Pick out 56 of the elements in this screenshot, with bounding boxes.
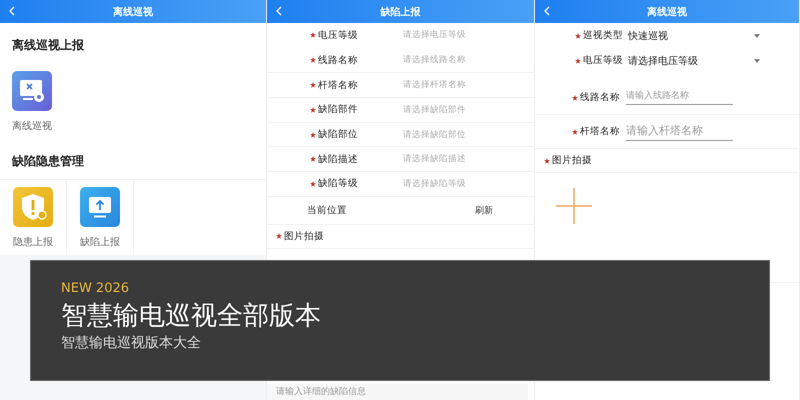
menu-label: 离线巡视 [12, 120, 52, 133]
select-field[interactable]: 请选择电压等级 [628, 54, 754, 68]
back-icon[interactable] [276, 6, 282, 16]
menu-label: 缺陷上报 [80, 236, 120, 248]
form-row[interactable]: 缺陷部件 请选择缺陷部件 [267, 97, 534, 122]
app-icon [80, 186, 120, 226]
dropdown-caret-icon[interactable] [754, 34, 760, 38]
add-photo-icon[interactable] [556, 188, 592, 224]
field-label: 线路名称 [580, 91, 621, 104]
app-icon [13, 186, 53, 226]
refresh-link[interactable]: 刷新 [475, 204, 493, 217]
select-field[interactable]: 快速巡视 [628, 28, 754, 42]
field-label: 缺陷描述 [318, 152, 359, 166]
field-label: 缺陷部位 [318, 128, 359, 142]
field-placeholder: 请选择缺陷部件 [403, 104, 466, 116]
field-label: 电压等级 [583, 54, 624, 67]
app-icon [12, 71, 52, 111]
field-placeholder: 请选择电压等级 [403, 29, 466, 42]
back-icon[interactable] [9, 6, 15, 16]
section-heading: 离线巡视上报 [11, 37, 85, 54]
field-placeholder: 请选择缺陷描述 [403, 153, 466, 166]
form-row[interactable]: 线路名称 请选择线路名称 [267, 48, 534, 72]
menu-item[interactable]: 缺陷上报 [67, 180, 134, 255]
banner-subtitle: 智慧输电巡视版本大全 [61, 334, 201, 353]
field-placeholder: 请选择缺陷部位 [403, 128, 466, 141]
form-row[interactable]: 杆塔名称 请选择杆塔名称 [267, 72, 534, 98]
field-label: 巡视类型 [583, 29, 624, 42]
section-heading: 缺陷隐患管理 [10, 153, 85, 170]
input-field[interactable]: 请输入杆塔名称 [626, 122, 733, 140]
menu-item[interactable]: 离线巡视 [0, 71, 78, 133]
dropdown-caret-icon[interactable] [754, 58, 760, 62]
field-placeholder: 请选择缺陷等级 [403, 178, 466, 190]
field-label: 线路名称 [318, 54, 359, 67]
menu-item[interactable]: 隐患上报 [0, 180, 67, 255]
input-field[interactable]: 请输入线路名称 [626, 90, 733, 105]
back-icon[interactable] [544, 6, 550, 16]
photo-label: 图片拍摄 [284, 230, 324, 243]
field-label: 杆塔名称 [580, 125, 621, 138]
photo-label: 图片拍摄 [552, 154, 592, 167]
page-title: 离线巡视 [113, 5, 153, 18]
field-label: 缺陷部件 [318, 103, 359, 116]
field-placeholder: 请选择线路名称 [403, 54, 466, 66]
banner-title: 智慧输电巡视全部版本 [61, 300, 321, 333]
page-title: 缺陷上报 [380, 6, 420, 18]
field-label: 缺陷等级 [318, 177, 359, 190]
form-row[interactable]: 电压等级 请选择电压等级 [267, 23, 534, 48]
banner-tag: NEW 2026 [61, 281, 130, 299]
field-label: 杆塔名称 [318, 78, 359, 92]
field-label: 电压等级 [318, 28, 359, 42]
menu-label: 隐患上报 [13, 236, 53, 248]
form-row[interactable]: 缺陷等级 请选择缺陷等级 [267, 171, 534, 196]
form-row[interactable]: 缺陷部位 请选择缺陷部位 [267, 122, 534, 146]
field-placeholder: 请选择杆塔名称 [403, 79, 466, 92]
location-label: 当前位置 [307, 204, 348, 217]
page-title: 离线巡视 [647, 5, 687, 18]
form-row[interactable]: 缺陷描述 请选择缺陷描述 [267, 146, 534, 172]
